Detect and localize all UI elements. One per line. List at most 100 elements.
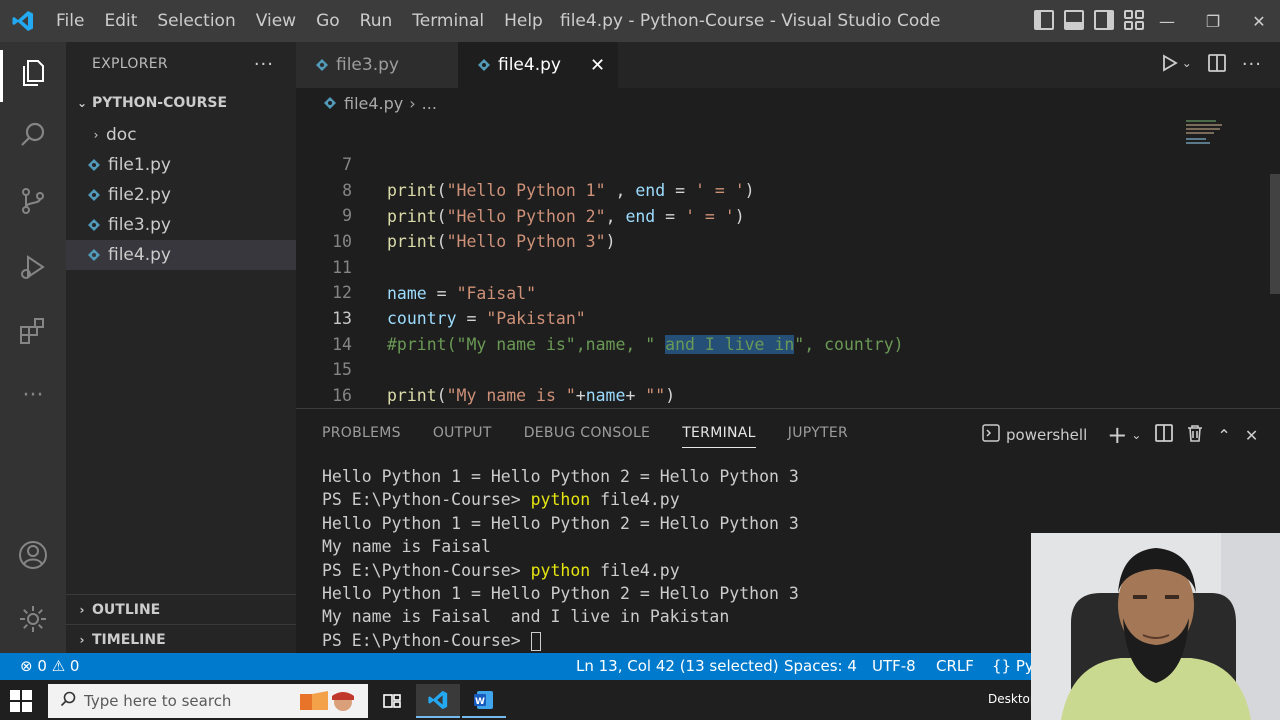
code-editor[interactable]: 7 print("Hello Python 1" , end = ' = ') …	[296, 118, 1280, 408]
file-item-file2[interactable]: file2.py	[66, 180, 296, 210]
terminal-actions: powershell + ⌄ ⌃ ✕	[982, 421, 1258, 449]
taskbar-search-input[interactable]: Type here to search	[48, 684, 368, 718]
close-panel-icon[interactable]: ✕	[1245, 426, 1258, 445]
account-icon[interactable]	[16, 538, 50, 572]
file-item-file1[interactable]: file1.py	[66, 150, 296, 180]
maximize-panel-icon[interactable]: ⌃	[1217, 426, 1230, 445]
line-ending[interactable]: CRLF	[936, 653, 974, 680]
explorer-icon[interactable]	[16, 56, 50, 90]
run-file-icon[interactable]	[1162, 54, 1178, 77]
task-view-icon[interactable]	[370, 684, 414, 718]
minimize-icon[interactable]: —	[1144, 12, 1190, 31]
editor-scrollbar[interactable]	[1270, 174, 1280, 294]
problems-status[interactable]: ⊗ 0 ⚠ 0	[20, 653, 79, 680]
tab-file3[interactable]: file3.py	[296, 42, 458, 88]
file-label: file4.py	[108, 245, 171, 265]
more-views-icon[interactable]: ···	[16, 378, 50, 412]
menu-edit[interactable]: Edit	[94, 0, 147, 42]
python-file-icon	[86, 187, 102, 203]
tab-label: file3.py	[336, 55, 399, 75]
menu-run[interactable]: Run	[350, 0, 403, 42]
panel-tabs: PROBLEMS OUTPUT DEBUG CONSOLE TERMINAL J…	[322, 425, 848, 448]
customize-layout-icon[interactable]	[1124, 10, 1144, 30]
python-file-icon	[322, 95, 338, 111]
menu-go[interactable]: Go	[306, 0, 350, 42]
terminal-output[interactable]: Hello Python 1 = Hello Python 2 = Hello …	[322, 465, 799, 652]
timeline-section[interactable]: › TIMELINE	[66, 624, 296, 654]
new-terminal-icon[interactable]: +	[1107, 421, 1127, 449]
terminal-line: Hello Python 1 = Hello Python 2 = Hello …	[322, 513, 799, 533]
toggle-secondary-sidebar-icon[interactable]	[1094, 10, 1114, 30]
activity-bar: ···	[0, 42, 66, 653]
search-icon	[60, 691, 76, 711]
editor-actions: ⌄ ···	[1162, 54, 1262, 77]
tab-jupyter[interactable]: JUPYTER	[788, 425, 848, 448]
windows-start-icon[interactable]	[8, 688, 34, 714]
indentation[interactable]: Spaces: 4	[784, 653, 857, 680]
trash-icon[interactable]	[1187, 424, 1203, 446]
window-title: file4.py - Python-Course - Visual Studio…	[560, 11, 941, 31]
outline-section[interactable]: › OUTLINE	[66, 594, 296, 624]
restore-icon[interactable]: ❐	[1190, 12, 1236, 31]
tab-file4[interactable]: file4.py ✕	[458, 42, 618, 88]
taskbar-word-icon[interactable]: W	[462, 684, 506, 718]
menu-terminal[interactable]: Terminal	[402, 0, 494, 42]
terminal-line: PS E:\Python-Course> python file4.py	[322, 490, 680, 510]
project-name: PYTHON-COURSE	[92, 95, 228, 111]
chevron-down-icon[interactable]: ⌄	[1131, 428, 1141, 442]
settings-gear-icon[interactable]	[16, 602, 50, 636]
warning-icon: ⚠	[51, 657, 66, 675]
search-icon[interactable]	[16, 118, 50, 152]
file-item-file4[interactable]: file4.py	[66, 240, 296, 270]
encoding[interactable]: UTF-8	[872, 653, 916, 680]
toggle-sidebar-icon[interactable]	[1034, 10, 1054, 30]
layout-controls	[1034, 10, 1144, 30]
tab-terminal[interactable]: TERMINAL	[682, 425, 756, 448]
error-count: 0	[37, 657, 47, 675]
explorer-header: EXPLORER ···	[66, 42, 296, 86]
more-actions-icon[interactable]: ···	[1242, 54, 1262, 77]
menu-view[interactable]: View	[246, 0, 306, 42]
breadcrumb-file[interactable]: file4.py	[344, 94, 403, 113]
chevron-down-icon[interactable]: ⌄	[1182, 56, 1192, 77]
close-window-icon[interactable]: ✕	[1236, 12, 1280, 31]
folder-doc[interactable]: › doc	[66, 120, 296, 150]
search-highlight-icon	[298, 688, 358, 718]
code-line-12: 12 country = "Pakistan"	[296, 254, 1196, 328]
close-tab-icon[interactable]: ✕	[590, 55, 605, 76]
minimap[interactable]	[1182, 118, 1242, 158]
folder-label: doc	[106, 125, 137, 145]
chevron-down-icon: ⌄	[76, 96, 88, 110]
breadcrumb-symbols[interactable]: ...	[422, 94, 437, 113]
project-folder[interactable]: ⌄ PYTHON-COURSE	[66, 86, 296, 120]
code-line-16: 16	[296, 357, 1196, 405]
toggle-panel-icon[interactable]	[1064, 10, 1084, 30]
chevron-right-icon: ›	[93, 128, 99, 142]
taskbar-vscode-icon[interactable]	[416, 684, 460, 718]
cursor-position[interactable]: Ln 13, Col 42 (13 selected)	[576, 653, 779, 680]
menu-file[interactable]: File	[46, 0, 94, 42]
code-line-9: 9 print("Hello Python 3")	[296, 177, 1196, 251]
menu-help[interactable]: Help	[494, 0, 553, 42]
code-line-7: 7 print("Hello Python 1" , end = ' = ')	[296, 126, 1196, 200]
language-mode[interactable]: {} Py	[992, 653, 1034, 680]
file-label: file3.py	[108, 215, 171, 235]
split-terminal-icon[interactable]	[1155, 424, 1174, 446]
python-file-icon	[86, 247, 102, 263]
tab-problems[interactable]: PROBLEMS	[322, 425, 401, 448]
file-item-file3[interactable]: file3.py	[66, 210, 296, 240]
menu-selection[interactable]: Selection	[147, 0, 245, 42]
terminal-shell-name[interactable]: powershell	[1006, 426, 1087, 444]
tab-output[interactable]: OUTPUT	[433, 425, 492, 448]
tab-debug-console[interactable]: DEBUG CONSOLE	[524, 425, 651, 448]
breadcrumb-separator: ›	[409, 93, 416, 113]
run-debug-icon[interactable]	[16, 250, 50, 284]
explorer-more-icon[interactable]: ···	[254, 54, 274, 75]
split-editor-icon[interactable]	[1207, 54, 1226, 77]
python-file-icon	[86, 217, 102, 233]
presenter-webcam-image	[1031, 533, 1280, 720]
extensions-icon[interactable]	[16, 314, 50, 348]
source-control-icon[interactable]	[16, 184, 50, 218]
webcam-overlay	[1031, 533, 1280, 720]
timeline-label: TIMELINE	[92, 631, 166, 648]
